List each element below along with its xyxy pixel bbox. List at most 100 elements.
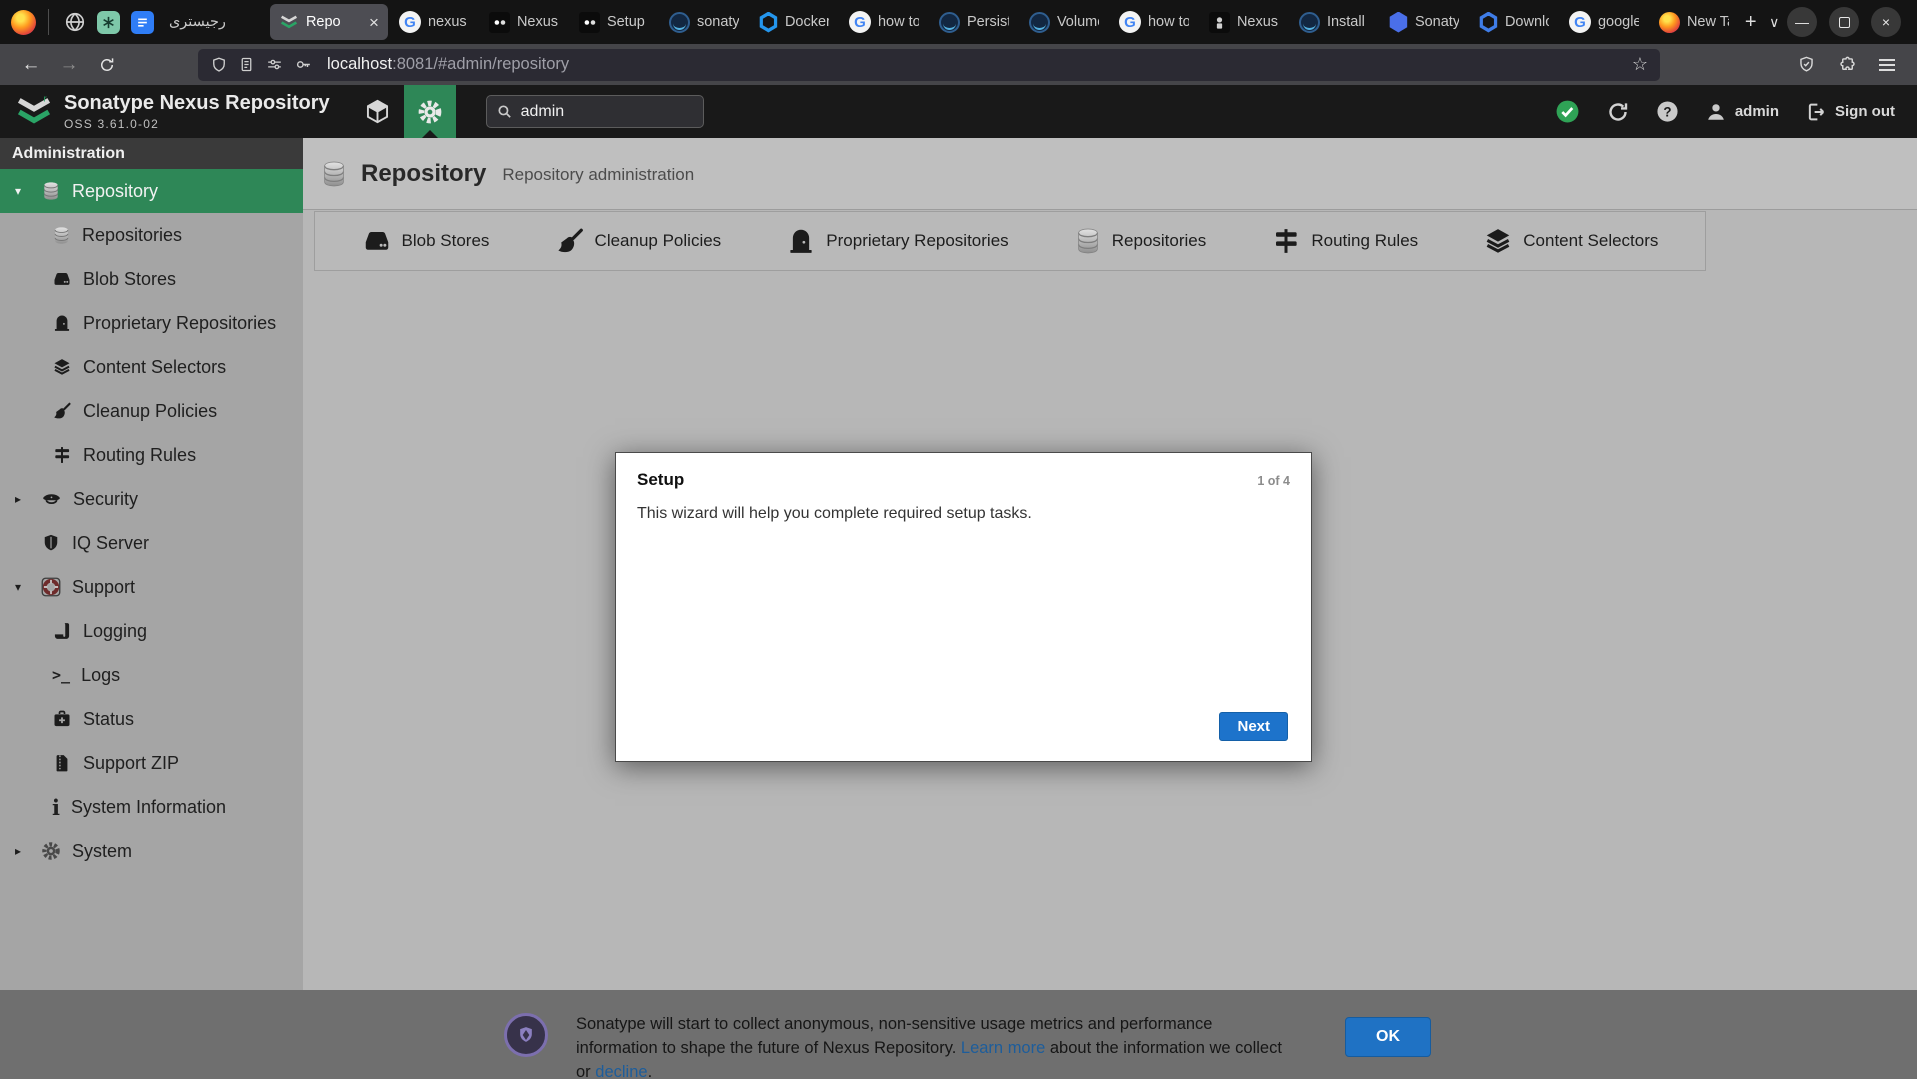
- tab-title: how to: [878, 14, 919, 30]
- forward-button[interactable]: →: [50, 49, 88, 81]
- browse-mode-button[interactable]: [352, 85, 404, 138]
- next-button[interactable]: Next: [1219, 712, 1288, 741]
- tab[interactable]: Gnexus: [390, 4, 478, 40]
- refresh-icon[interactable]: [1606, 100, 1630, 124]
- admin-mode-button[interactable]: [404, 85, 456, 138]
- docs-site-icon: [939, 12, 960, 33]
- window-restore-button[interactable]: [1829, 7, 1859, 37]
- window-close-button[interactable]: ×: [1871, 7, 1901, 37]
- user-menu[interactable]: admin: [1705, 101, 1779, 123]
- reload-button[interactable]: [88, 49, 126, 81]
- sidebar-item-proprietary-repositories[interactable]: Proprietary Repositories: [0, 301, 303, 345]
- tab[interactable]: Ghow to: [1110, 4, 1198, 40]
- browser-tab-bar: رجیستری Repo × Gnexus Nexus Setup sonaty…: [0, 0, 1917, 44]
- tab-repository-active[interactable]: Repo ×: [270, 4, 388, 40]
- tab[interactable]: Docker: [750, 4, 838, 40]
- back-button[interactable]: ←: [12, 49, 50, 81]
- shortcut-label: Proprietary Repositories: [826, 231, 1008, 251]
- extensions-puzzle-icon[interactable]: [1838, 55, 1857, 74]
- sidebar-item-security[interactable]: ▸ Security: [0, 477, 303, 521]
- tab-registry[interactable]: رجیستری: [160, 4, 268, 40]
- status-check-icon[interactable]: [1555, 99, 1580, 124]
- sidebar-item-routing-rules[interactable]: Routing Rules: [0, 433, 303, 477]
- sidebar-item-content-selectors[interactable]: Content Selectors: [0, 345, 303, 389]
- tab-title: Downlo: [1505, 14, 1549, 30]
- page-info-icon[interactable]: [238, 56, 255, 73]
- shortcut-cleanup-policies[interactable]: Cleanup Policies: [555, 226, 722, 256]
- user-label: admin: [1735, 103, 1779, 120]
- shortcut-routing-rules[interactable]: Routing Rules: [1271, 226, 1418, 256]
- caret-down-icon[interactable]: ▾: [15, 184, 30, 198]
- list-all-tabs-icon[interactable]: ∨: [1763, 5, 1785, 39]
- sidebar-item-cleanup-policies[interactable]: Cleanup Policies: [0, 389, 303, 433]
- pinned-tab-globe[interactable]: [59, 4, 91, 40]
- window-minimize-button[interactable]: —: [1787, 7, 1817, 37]
- docs-site-icon: [1029, 12, 1050, 33]
- bookmark-star-icon[interactable]: ☆: [1632, 54, 1648, 75]
- gear-icon: [41, 841, 61, 861]
- sidebar-item-status[interactable]: Status: [0, 697, 303, 741]
- tab[interactable]: Setup: [570, 4, 658, 40]
- caret-right-icon[interactable]: ▸: [15, 844, 30, 858]
- quick-search[interactable]: [486, 95, 704, 128]
- sidebar-item-logs[interactable]: >_ Logs: [0, 653, 303, 697]
- ok-button[interactable]: OK: [1345, 1017, 1431, 1057]
- firefox-app-icon[interactable]: [8, 10, 38, 35]
- usage-metrics-banner: Sonatype will start to collect anonymous…: [0, 990, 1917, 1079]
- tab-new-tab-page[interactable]: New Ta: [1650, 4, 1738, 40]
- saved-password-key-icon[interactable]: [294, 55, 313, 74]
- sidebar-item-support[interactable]: ▾ Support: [0, 565, 303, 609]
- new-tab-button[interactable]: +: [1740, 5, 1762, 39]
- shield-permissions-icon[interactable]: [210, 56, 228, 74]
- shortcut-content-selectors[interactable]: Content Selectors: [1483, 226, 1658, 256]
- sign-out-button[interactable]: Sign out: [1805, 101, 1895, 123]
- tab[interactable]: Volume: [1020, 4, 1108, 40]
- site-permissions-icon[interactable]: [265, 55, 284, 74]
- sonatype-shield-icon: [516, 1025, 536, 1045]
- tab[interactable]: Sonaty: [1380, 4, 1468, 40]
- sidebar-item-blob-stores[interactable]: Blob Stores: [0, 257, 303, 301]
- menu-hamburger-icon[interactable]: [1879, 64, 1895, 66]
- shortcut-proprietary-repositories[interactable]: Proprietary Repositories: [786, 226, 1008, 256]
- page-subtitle: Repository administration: [502, 162, 694, 185]
- docker-icon: [759, 12, 778, 33]
- sidebar-item-label: Security: [73, 489, 138, 510]
- caret-down-icon[interactable]: ▾: [15, 580, 30, 594]
- tab-title: Repo: [306, 14, 362, 30]
- help-icon[interactable]: ?: [1656, 100, 1679, 123]
- shortcut-blob-stores[interactable]: Blob Stores: [362, 226, 490, 256]
- tab-separator: [48, 9, 49, 35]
- tab[interactable]: Persist: [930, 4, 1018, 40]
- tab[interactable]: sonaty: [660, 4, 748, 40]
- shortcut-repositories[interactable]: Repositories: [1074, 227, 1207, 255]
- url-bar[interactable]: localhost:8081/#admin/repository ☆: [198, 49, 1660, 81]
- sidebar-item-system[interactable]: ▸ System: [0, 829, 303, 873]
- url-text[interactable]: localhost:8081/#admin/repository: [327, 55, 569, 74]
- tab[interactable]: Downlo: [1470, 4, 1558, 40]
- tab[interactable]: Nexus: [480, 4, 568, 40]
- sidebar-item-logging[interactable]: Logging: [0, 609, 303, 653]
- pinned-tab-docs[interactable]: [126, 4, 158, 40]
- tab[interactable]: Nexus: [1200, 4, 1288, 40]
- sidebar-item-repositories[interactable]: Repositories: [0, 213, 303, 257]
- sidebar-item-label: Content Selectors: [83, 357, 226, 378]
- caret-right-icon[interactable]: ▸: [15, 492, 30, 506]
- tab[interactable]: Install: [1290, 4, 1378, 40]
- learn-more-link[interactable]: Learn more: [961, 1039, 1045, 1057]
- account-shield-icon[interactable]: [1797, 55, 1816, 74]
- sidebar-item-iq-server[interactable]: IQ Server: [0, 521, 303, 565]
- repository-database-icon: [320, 160, 348, 188]
- sidebar-item-repository[interactable]: ▾ Repository: [0, 169, 303, 213]
- decline-link[interactable]: decline: [595, 1063, 647, 1079]
- url-path: :8081/#admin/repository: [392, 55, 569, 73]
- pinned-tab-chatgpt[interactable]: [93, 4, 125, 40]
- tab-title: رجیستری: [169, 14, 259, 30]
- tab[interactable]: Ghow to: [840, 4, 928, 40]
- globe-icon: [64, 11, 86, 33]
- sidebar-item-system-information[interactable]: i System Information: [0, 785, 303, 829]
- routing-rules-icon: [52, 445, 72, 465]
- tab-close-icon[interactable]: ×: [369, 14, 379, 31]
- sidebar-item-support-zip[interactable]: Support ZIP: [0, 741, 303, 785]
- search-input[interactable]: [521, 103, 671, 121]
- tab[interactable]: Ggoogle: [1560, 4, 1648, 40]
